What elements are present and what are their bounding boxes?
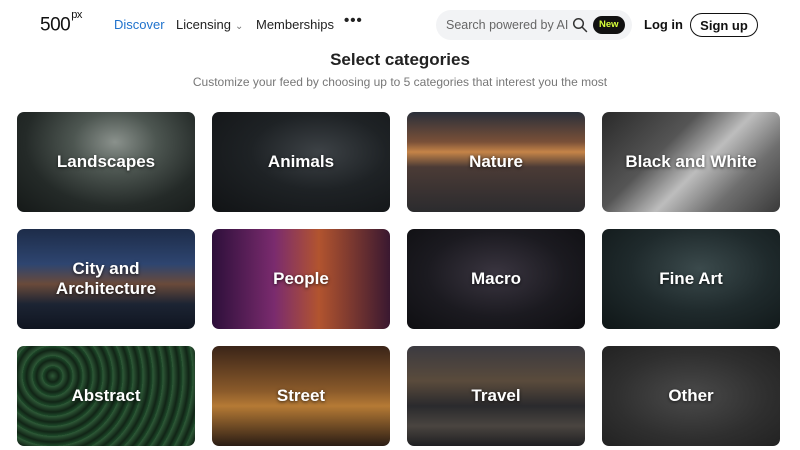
category-label: Landscapes — [56, 151, 156, 171]
page-title: Select categories — [330, 50, 470, 69]
category-label: Black and White — [625, 151, 757, 171]
nav-link-memberships[interactable]: Memberships — [256, 17, 334, 32]
category-card-other[interactable]: Other — [602, 346, 780, 446]
category-label: Other — [668, 385, 714, 405]
page-subtitle: Customize your feed by choosing up to 5 … — [192, 75, 608, 89]
category-card-city-and-architecture[interactable]: City and Architecture — [17, 229, 195, 329]
logo-suffix: px — [71, 9, 82, 21]
more-menu-icon[interactable]: ••• — [344, 12, 363, 29]
category-label: Abstract — [71, 385, 141, 405]
category-label: Street — [276, 385, 326, 405]
new-badge: New — [593, 16, 625, 34]
category-card-travel[interactable]: Travel — [407, 346, 585, 446]
category-label: People — [273, 268, 329, 288]
category-card-black-and-white[interactable]: Black and White — [602, 112, 780, 212]
category-grid: Landscapes Animals Nature Black and Whit… — [17, 112, 782, 446]
top-navigation: 500px Discover Licensing ⌄ Memberships ••… — [0, 0, 800, 48]
chevron-down-icon: ⌄ — [234, 21, 244, 32]
category-card-street[interactable]: Street — [212, 346, 390, 446]
search-bar[interactable]: New — [436, 10, 632, 40]
category-card-nature[interactable]: Nature — [407, 112, 585, 212]
nav-link-licensing[interactable]: Licensing ⌄ — [176, 17, 243, 32]
logo-text: 500 — [40, 14, 71, 36]
category-card-people[interactable]: People — [212, 229, 390, 329]
category-card-fine-art[interactable]: Fine Art — [602, 229, 780, 329]
search-input[interactable] — [446, 10, 576, 40]
nav-link-discover[interactable]: Discover — [114, 17, 165, 32]
category-label: Animals — [267, 151, 335, 171]
category-card-animals[interactable]: Animals — [212, 112, 390, 212]
category-label: Fine Art — [659, 268, 723, 288]
category-card-abstract[interactable]: Abstract — [17, 346, 195, 446]
category-card-macro[interactable]: Macro — [407, 229, 585, 329]
search-icon[interactable] — [572, 17, 588, 33]
signup-button[interactable]: Sign up — [690, 13, 758, 37]
category-label: Travel — [471, 385, 521, 405]
login-link[interactable]: Log in — [644, 17, 683, 32]
category-label: Macro — [470, 268, 522, 288]
category-label: Nature — [469, 151, 523, 171]
500px-logo[interactable]: 500px — [40, 9, 82, 36]
category-label: City and Architecture — [55, 258, 157, 298]
nav-link-licensing-label: Licensing — [176, 17, 231, 32]
category-card-landscapes[interactable]: Landscapes — [17, 112, 195, 212]
